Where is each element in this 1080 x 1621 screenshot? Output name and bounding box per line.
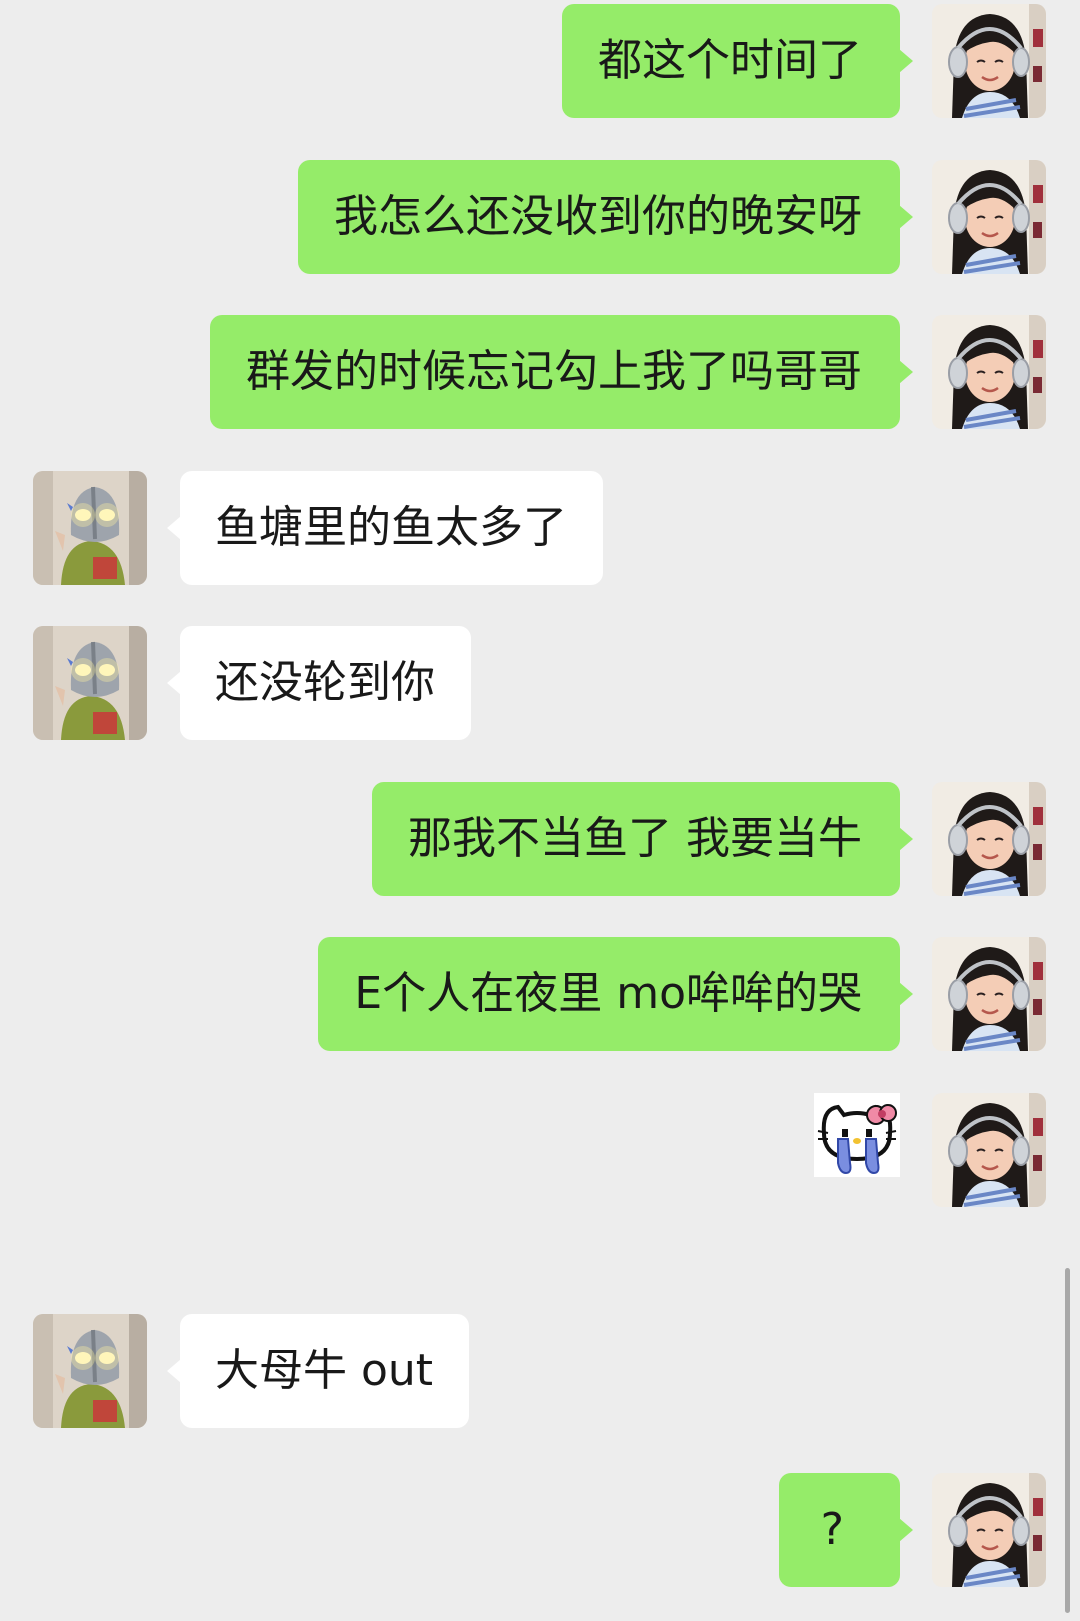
message-text: 那我不当鱼了 我要当牛 xyxy=(408,813,862,864)
scrollbar[interactable] xyxy=(1065,1268,1070,1613)
message-bubble[interactable]: 我怎么还没收到你的晚安呀 xyxy=(298,160,913,274)
contact-avatar[interactable] xyxy=(33,471,147,585)
message-bubble[interactable]: 还没轮到你 xyxy=(167,626,471,740)
message-bubble[interactable]: 大母牛 out xyxy=(167,1314,470,1428)
ultraman-mask-icon xyxy=(33,471,147,585)
message-row: 那我不当鱼了 我要当牛 xyxy=(0,782,1080,896)
self-avatar[interactable] xyxy=(932,315,1046,429)
message-row xyxy=(0,1093,1080,1207)
self-avatar[interactable] xyxy=(932,160,1046,274)
message-text: 都这个时间了 xyxy=(598,35,862,86)
message-text: E个人在夜里 mo哞哞的哭 xyxy=(354,968,862,1019)
message-bubble[interactable]: ? xyxy=(778,1473,913,1587)
message-row: 还没轮到你 xyxy=(0,626,1080,740)
message-text: ? xyxy=(820,1504,844,1555)
message-row: 群发的时候忘记勾上我了吗哥哥 xyxy=(0,315,1080,429)
bubble-tail xyxy=(899,1518,913,1542)
bubble-tail xyxy=(899,205,913,229)
girl-with-headphones-icon xyxy=(932,4,1046,118)
self-avatar[interactable] xyxy=(932,937,1046,1051)
bubble-tail xyxy=(899,982,913,1006)
message-text: 群发的时候忘记勾上我了吗哥哥 xyxy=(246,346,862,397)
message-row: 都这个时间了 xyxy=(0,4,1080,118)
bubble-tail xyxy=(167,671,181,695)
message-bubble[interactable]: 都这个时间了 xyxy=(562,4,913,118)
message-text: 大母牛 out xyxy=(215,1345,434,1396)
self-avatar[interactable] xyxy=(932,4,1046,118)
self-avatar[interactable] xyxy=(932,1093,1046,1207)
bubble-tail xyxy=(167,1359,181,1383)
message-bubble[interactable]: 鱼塘里的鱼太多了 xyxy=(167,471,603,585)
bubble-tail xyxy=(167,516,181,540)
self-avatar[interactable] xyxy=(932,1473,1046,1587)
girl-with-headphones-icon xyxy=(932,315,1046,429)
message-bubble[interactable]: 群发的时候忘记勾上我了吗哥哥 xyxy=(210,315,913,429)
message-row: E个人在夜里 mo哞哞的哭 xyxy=(0,937,1080,1051)
ultraman-mask-icon xyxy=(33,626,147,740)
girl-with-headphones-icon xyxy=(932,1093,1046,1207)
message-row: 大母牛 out xyxy=(0,1314,1080,1428)
girl-with-headphones-icon xyxy=(932,937,1046,1051)
message-bubble[interactable]: 那我不当鱼了 我要当牛 xyxy=(372,782,913,896)
hello-kitty-icon xyxy=(814,1093,900,1177)
message-row: ? xyxy=(0,1473,1080,1587)
girl-with-headphones-icon xyxy=(932,782,1046,896)
chat-area[interactable]: 都这个时间了 我怎么还没收到你的晚安呀 群发的时候忘记勾上我了吗哥哥 鱼塘里的鱼… xyxy=(0,0,1080,1621)
message-text: 我怎么还没收到你的晚安呀 xyxy=(334,191,862,242)
message-row: 鱼塘里的鱼太多了 xyxy=(0,471,1080,585)
contact-avatar[interactable] xyxy=(33,626,147,740)
message-text: 还没轮到你 xyxy=(215,657,435,708)
message-text: 鱼塘里的鱼太多了 xyxy=(215,502,567,553)
message-row: 我怎么还没收到你的晚安呀 xyxy=(0,160,1080,274)
ultraman-mask-icon xyxy=(33,1314,147,1428)
girl-with-headphones-icon xyxy=(932,160,1046,274)
hello-kitty-crying-sticker[interactable] xyxy=(814,1093,900,1177)
girl-with-headphones-icon xyxy=(932,1473,1046,1587)
bubble-tail xyxy=(899,827,913,851)
bubble-tail xyxy=(899,360,913,384)
contact-avatar[interactable] xyxy=(33,1314,147,1428)
bubble-tail xyxy=(899,49,913,73)
message-bubble[interactable]: E个人在夜里 mo哞哞的哭 xyxy=(318,937,913,1051)
self-avatar[interactable] xyxy=(932,782,1046,896)
